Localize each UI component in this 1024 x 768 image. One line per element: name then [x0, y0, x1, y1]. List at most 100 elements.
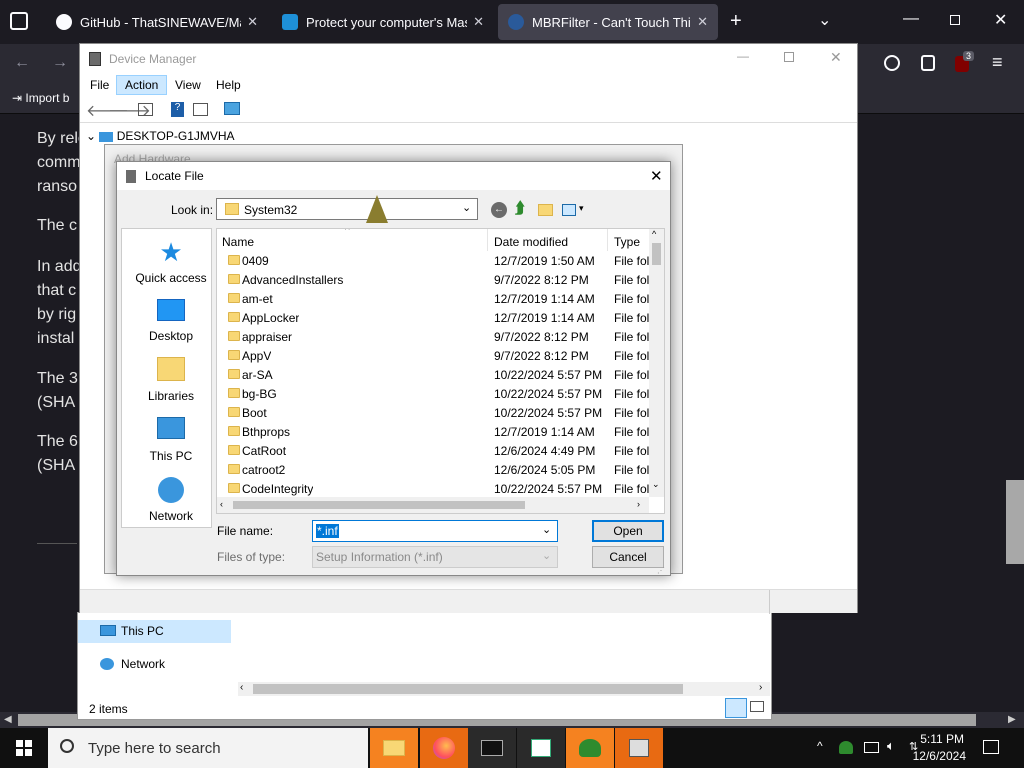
expand-icon[interactable]: ⌄ — [86, 129, 99, 143]
properties-icon[interactable] — [138, 103, 153, 116]
file-row[interactable]: catroot2 12/6/2024 5:05 PM File fol — [217, 461, 649, 480]
clock-time[interactable]: 5:11 PM — [918, 732, 964, 746]
new-folder-icon[interactable] — [538, 204, 553, 216]
forward-icon[interactable]: → — [52, 54, 68, 72]
browser-tab-article[interactable]: Protect your computer's Maste ✕ — [272, 4, 494, 40]
file-row[interactable]: bg-BG 10/22/2024 5:57 PM File fol — [217, 385, 649, 404]
close-button[interactable]: ✕ — [830, 49, 842, 66]
file-row[interactable]: 0409 12/7/2019 1:50 AM File fol — [217, 252, 649, 271]
start-button[interactable] — [0, 728, 48, 768]
column-header-name[interactable]: Name — [222, 235, 254, 249]
taskbar-users-app[interactable] — [566, 728, 614, 768]
volume-icon[interactable]: 🔈︎ — [887, 738, 895, 754]
chevron-down-icon[interactable]: ⌄ — [542, 523, 551, 536]
taskbar-file-explorer[interactable] — [370, 728, 418, 768]
resize-grip-icon[interactable]: ⋰ — [657, 566, 665, 575]
nav-item-this-pc[interactable]: This PC — [78, 620, 231, 643]
extensions-icon[interactable] — [921, 55, 935, 71]
close-icon[interactable]: ✕ — [473, 14, 484, 30]
file-row[interactable]: AppV 9/7/2022 8:12 PM File fol — [217, 347, 649, 366]
taskbar-terminal[interactable] — [468, 728, 516, 768]
minimize-button[interactable]: — — [903, 10, 919, 28]
taskbar-firefox[interactable] — [420, 728, 468, 768]
column-divider[interactable] — [607, 229, 608, 251]
update-driver-icon[interactable] — [193, 103, 208, 116]
close-icon[interactable]: ✕ — [697, 14, 708, 30]
scroll-left-icon[interactable]: ‹ — [220, 499, 223, 509]
file-row[interactable]: CatRoot 12/6/2024 4:49 PM File fol — [217, 442, 649, 461]
chevron-down-icon[interactable]: ▾ — [579, 203, 584, 214]
file-row[interactable]: AdvancedInstallers 9/7/2022 8:12 PM File f… — [217, 271, 649, 290]
place-this-pc[interactable]: This PC — [122, 417, 220, 463]
scrollbar-thumb[interactable] — [253, 684, 683, 694]
menu-file[interactable]: File — [90, 78, 109, 92]
import-bookmarks-button[interactable]: ⇥ Import b — [12, 91, 69, 105]
clock-date[interactable]: 12/6/2024 — [906, 749, 966, 763]
scroll-right-icon[interactable]: ▶ — [1008, 714, 1016, 725]
notification-center-icon[interactable] — [983, 740, 999, 754]
scroll-left-icon[interactable]: ‹ — [240, 682, 243, 693]
scrollbar-thumb[interactable] — [652, 243, 661, 265]
menu-action[interactable]: Action — [116, 75, 168, 95]
place-libraries[interactable]: Libraries — [122, 357, 220, 403]
network-tray-icon[interactable] — [864, 742, 879, 753]
restore-button[interactable] — [950, 15, 960, 25]
column-header-type[interactable]: Type — [614, 235, 640, 249]
browser-tab-mbrfilter[interactable]: MBRFilter - Can't Touch This! ✕ — [498, 4, 718, 40]
h-scrollbar[interactable]: ‹ › — [238, 682, 770, 696]
show-hidden-icons[interactable]: ^ — [817, 739, 823, 753]
scan-hardware-icon[interactable] — [224, 102, 240, 115]
file-row[interactable]: Boot 10/22/2024 5:57 PM File fol — [217, 404, 649, 423]
scroll-left-icon[interactable]: ◀ — [4, 714, 12, 725]
file-row[interactable]: AppLocker 12/7/2019 1:14 AM File fol — [217, 309, 649, 328]
close-icon[interactable]: ✕ — [247, 14, 258, 30]
place-desktop[interactable]: Desktop — [122, 299, 220, 343]
close-button[interactable]: ✕ — [650, 167, 663, 185]
minimize-button[interactable]: — — [737, 49, 749, 63]
back-arrow-icon[interactable]: ← — [491, 202, 507, 218]
column-divider[interactable] — [487, 229, 488, 251]
users-tray-icon[interactable] — [839, 741, 853, 754]
h-scrollbar[interactable]: ‹ › — [217, 497, 649, 513]
up-folder-icon[interactable]: ⮭ — [515, 200, 524, 218]
new-tab-button[interactable]: + — [730, 10, 742, 33]
menu-help[interactable]: Help — [216, 78, 241, 92]
file-row[interactable]: CodeIntegrity 10/22/2024 5:57 PM File fol — [217, 480, 649, 497]
place-quick-access[interactable]: ★ Quick access — [122, 239, 220, 285]
nav-item-network[interactable]: Network — [78, 653, 231, 676]
place-network[interactable]: Network — [122, 477, 220, 523]
large-icons-view-icon[interactable] — [750, 701, 764, 712]
v-scrollbar[interactable]: ^ ⌄ — [649, 229, 664, 497]
file-row[interactable]: ar-SA 10/22/2024 5:57 PM File fol — [217, 366, 649, 385]
menu-view[interactable]: View — [175, 78, 201, 92]
view-menu-icon[interactable] — [562, 204, 576, 216]
cancel-button[interactable]: Cancel — [592, 546, 664, 568]
open-button[interactable]: Open — [592, 520, 664, 542]
file-row[interactable]: appraiser 9/7/2022 8:12 PM File fol — [217, 328, 649, 347]
file-row[interactable]: am-et 12/7/2019 1:14 AM File fol — [217, 290, 649, 309]
back-icon[interactable]: ← — [14, 54, 30, 72]
list-tabs-icon[interactable]: ⌄ — [818, 10, 831, 30]
scroll-up-icon[interactable]: ^ — [652, 229, 656, 239]
taskbar-notepad[interactable] — [517, 728, 565, 768]
tree-root[interactable]: ⌄ DESKTOP-G1JMVHA — [86, 129, 235, 143]
page-scrollbar-thumb[interactable] — [1006, 480, 1024, 564]
menu-icon[interactable]: ≡ — [992, 52, 1003, 73]
tab-overview-icon[interactable] — [10, 12, 28, 30]
browser-tab-github[interactable]: GitHub - ThatSINEWAVE/Malwa ✕ — [46, 4, 268, 40]
scroll-right-icon[interactable]: › — [637, 499, 640, 509]
file-name-input[interactable]: *.inf ⌄ — [312, 520, 558, 542]
scroll-right-icon[interactable]: › — [759, 682, 762, 693]
maximize-button[interactable] — [784, 52, 794, 62]
files-of-type-dropdown[interactable]: Setup Information (*.inf) ⌄ — [312, 546, 558, 568]
help-icon[interactable]: ? — [171, 102, 184, 117]
details-view-icon[interactable] — [725, 698, 747, 718]
scroll-down-icon[interactable]: ⌄ — [652, 479, 660, 490]
scrollbar-thumb[interactable] — [233, 501, 525, 509]
look-in-dropdown[interactable]: System32 ⌄ — [216, 198, 478, 220]
account-icon[interactable] — [884, 55, 900, 71]
column-header-date[interactable]: Date modified — [494, 235, 568, 249]
chevron-down-icon[interactable]: ⌄ — [462, 201, 471, 214]
file-row[interactable]: Bthprops 12/7/2019 1:14 AM File fol — [217, 423, 649, 442]
search-box[interactable]: Type here to search — [48, 728, 368, 768]
